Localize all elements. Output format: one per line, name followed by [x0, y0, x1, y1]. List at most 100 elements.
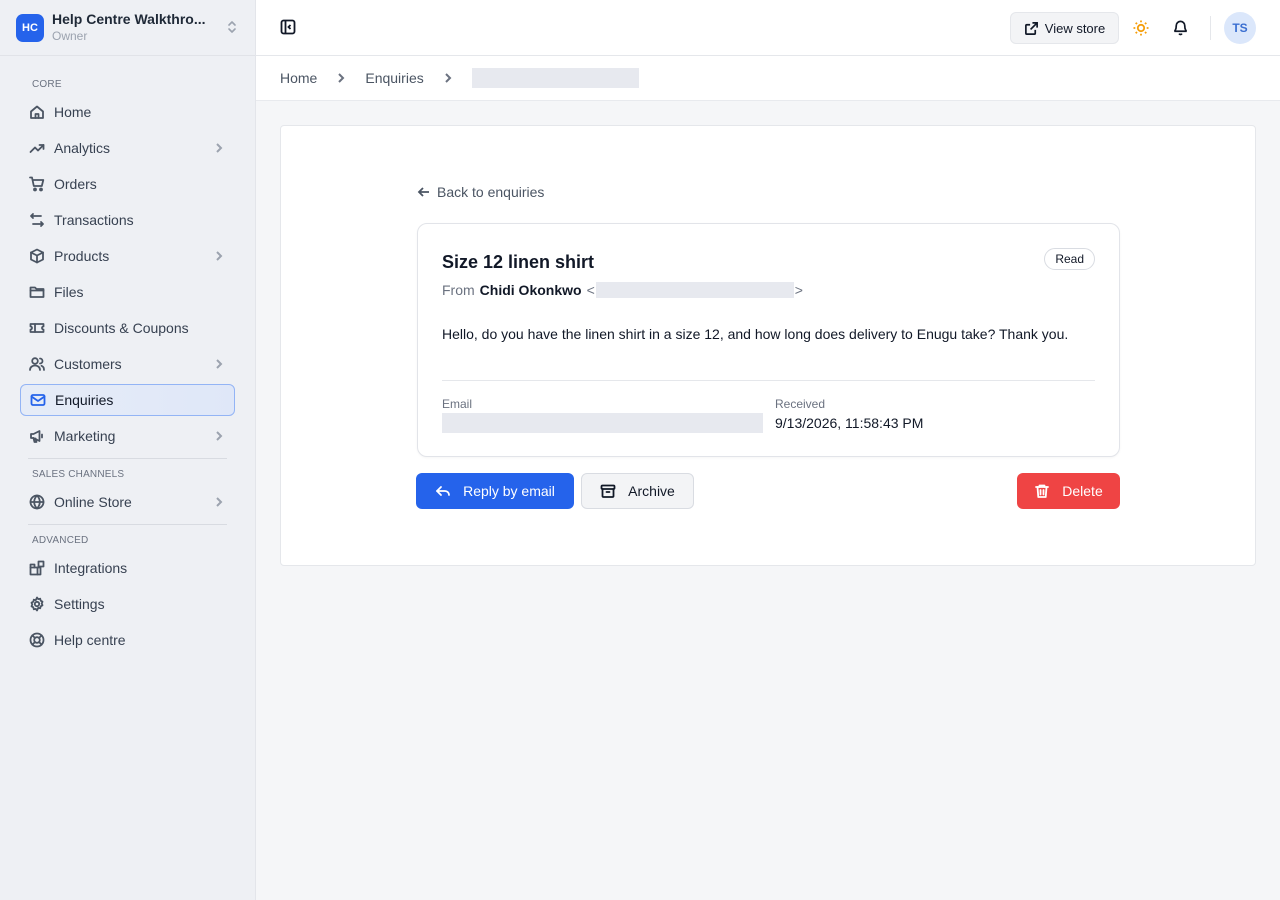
store-role: Owner [52, 28, 88, 43]
chevron-right-icon [213, 249, 225, 265]
chevron-right-icon [213, 141, 225, 157]
email-value-redacted [442, 413, 763, 433]
sidebar-item-label: Online Store [54, 494, 132, 510]
sidebar-item-files[interactable]: Files [20, 276, 235, 308]
view-store-label: View store [1044, 20, 1106, 36]
chevron-up-down-icon [225, 20, 239, 35]
sidebar-item-analytics[interactable]: Analytics [20, 132, 235, 164]
users-icon [28, 355, 46, 373]
folder-icon [28, 283, 46, 301]
lifebuoy-icon [28, 631, 46, 649]
from-line: From Chidi Okonkwo < > [442, 282, 803, 298]
sidebar-item-help-centre[interactable]: Help centre [20, 624, 235, 656]
delete-button[interactable]: Delete [1017, 473, 1120, 509]
store-logo: HC [16, 13, 44, 42]
section-title: ADVANCED [32, 535, 89, 546]
blocks-icon [28, 559, 46, 577]
breadcrumb-enquiries[interactable]: Enquiries [365, 70, 423, 86]
email-label: Email [442, 397, 473, 411]
sender-name: Chidi Okonkwo [479, 282, 582, 298]
breadcrumb: Home Enquiries [256, 56, 1280, 101]
reply-by-email-button[interactable]: Reply by email [416, 473, 574, 509]
sidebar-item-label: Enquiries [55, 392, 114, 408]
breadcrumb-current-redacted [471, 68, 639, 88]
sidebar-item-discounts-coupons[interactable]: Discounts & Coupons [20, 312, 235, 344]
sidebar-item-label: Analytics [54, 140, 111, 156]
enquiry-panel: Back to enquiries Size 12 linen shirt Re… [280, 125, 1256, 566]
sidebar-item-label: Products [54, 248, 110, 264]
sender-email-redacted [595, 282, 794, 298]
enquiry-message: Hello, do you have the linen shirt in a … [442, 326, 1069, 342]
archive-button[interactable]: Archive [581, 473, 694, 509]
store-name: Help Centre Walkthro... [52, 12, 206, 28]
sidebar: HC Help Centre Walkthro... Owner CORE Hom… [0, 0, 256, 900]
archive-label: Archive [628, 483, 675, 499]
delete-label: Delete [1062, 483, 1103, 499]
chevron-right-icon [213, 357, 225, 373]
chevron-right-icon [442, 72, 454, 84]
sidebar-item-label: Discounts & Coupons [54, 320, 189, 336]
store-switcher[interactable]: HC Help Centre Walkthro... Owner [0, 0, 255, 56]
sidebar-item-label: Orders [54, 176, 97, 192]
email-close-bracket: > [794, 282, 803, 298]
reply-label: Reply by email [463, 483, 555, 499]
section-title: CORE [32, 79, 62, 90]
archive-icon [600, 484, 616, 498]
chevron-right-icon [213, 495, 225, 511]
globe-icon [28, 493, 46, 511]
sidebar-item-label: Customers [54, 356, 122, 372]
mail-icon [29, 391, 47, 409]
card-divider [442, 380, 1095, 381]
sidebar-item-integrations[interactable]: Integrations [20, 552, 235, 584]
sidebar-item-products[interactable]: Products [20, 240, 235, 272]
sidebar-item-label: Marketing [54, 428, 116, 444]
reply-icon [436, 486, 450, 496]
cart-icon [28, 175, 46, 193]
external-link-icon [1024, 21, 1038, 35]
box-icon [28, 247, 46, 265]
sidebar-nav: CORE Home Analytics Orders Transactions Produ… [0, 78, 255, 656]
received-value: 9/13/2026, 11:58:43 PM [775, 415, 924, 431]
sidebar-divider [28, 524, 227, 525]
sidebar-item-settings[interactable]: Settings [20, 588, 235, 620]
sidebar-divider [28, 458, 227, 459]
chevron-right-icon [335, 72, 347, 84]
sidebar-item-label: Transactions [54, 212, 134, 228]
sidebar-item-online-store[interactable]: Online Store [20, 486, 235, 518]
ticket-icon [28, 319, 46, 337]
sidebar-item-label: Settings [54, 596, 105, 612]
sidebar-item-enquiries[interactable]: Enquiries [20, 384, 235, 416]
sidebar-item-customers[interactable]: Customers [20, 348, 235, 380]
view-store-button[interactable]: View store [1010, 12, 1119, 44]
sidebar-item-label: Home [54, 104, 92, 120]
sidebar-item-label: Integrations [54, 560, 128, 576]
from-prefix: From [442, 282, 475, 298]
avatar[interactable]: TS [1224, 12, 1256, 44]
sidebar-item-marketing[interactable]: Marketing [20, 420, 235, 452]
email-open-bracket: < [586, 282, 595, 298]
topbar-divider [1210, 16, 1211, 40]
sidebar-item-home[interactable]: Home [20, 96, 235, 128]
trending-up-icon [28, 139, 46, 157]
section-title: SALES CHANNELS [32, 469, 125, 480]
received-label: Received [775, 397, 826, 411]
enquiry-subject: Size 12 linen shirt [442, 252, 595, 272]
home-icon [28, 103, 46, 121]
back-label: Back to enquiries [437, 184, 545, 200]
sidebar-item-orders[interactable]: Orders [20, 168, 235, 200]
arrows-exchange-icon [28, 211, 46, 229]
sidebar-toggle-icon[interactable] [280, 19, 296, 35]
enquiry-card: Size 12 linen shirt Read From Chidi Okon… [417, 223, 1120, 457]
sidebar-item-label: Help centre [54, 632, 126, 648]
status-badge: Read [1044, 248, 1095, 270]
sidebar-item-transactions[interactable]: Transactions [20, 204, 235, 236]
arrow-left-icon [417, 187, 429, 197]
bell-icon[interactable] [1172, 19, 1190, 37]
sidebar-item-label: Files [54, 284, 84, 300]
topbar: View store TS [256, 0, 1280, 56]
back-to-enquiries-link[interactable]: Back to enquiries [417, 184, 544, 200]
chevron-right-icon [213, 429, 225, 445]
breadcrumb-home[interactable]: Home [280, 70, 317, 86]
gear-icon [28, 595, 46, 613]
sun-icon[interactable] [1132, 19, 1150, 37]
